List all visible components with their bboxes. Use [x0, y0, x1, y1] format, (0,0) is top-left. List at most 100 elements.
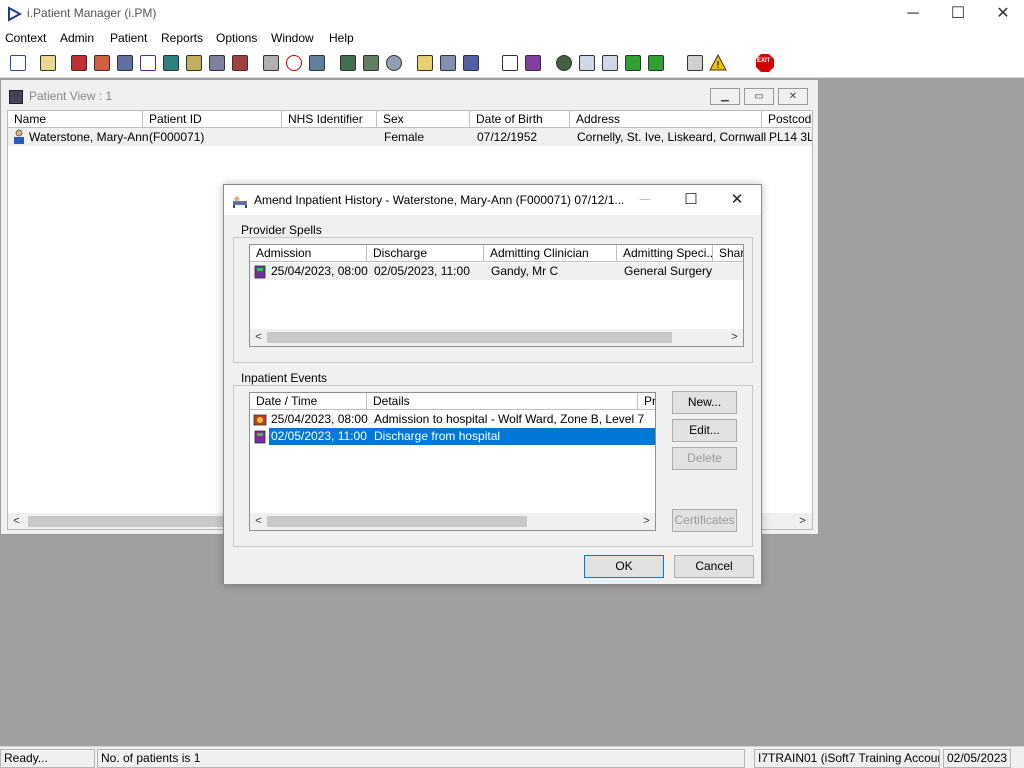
col-share[interactable]: Shar [713, 245, 743, 262]
document-icon[interactable] [500, 52, 520, 74]
dialog-title: Amend Inpatient History - Waterstone, Ma… [254, 193, 625, 207]
close-button[interactable]: ✕ [980, 0, 1024, 28]
inpatient-events-list[interactable]: Date / Time Details Pr 25/04/2023, 08:00… [249, 392, 656, 531]
col-name[interactable]: Name [8, 111, 143, 128]
pv-minimize-button[interactable]: ▁ [710, 88, 740, 105]
chart-icon[interactable] [523, 52, 543, 74]
table-row[interactable]: 25/04/2023, 08:00 Admission to hospital … [250, 411, 655, 428]
scroll-thumb[interactable] [28, 516, 228, 527]
patient-view-title: Patient View : 1 [29, 89, 113, 103]
col-dob[interactable]: Date of Birth [470, 111, 570, 128]
list-icon[interactable] [415, 52, 435, 74]
swap-icon[interactable] [685, 52, 705, 74]
scroll-right-icon[interactable]: > [794, 513, 811, 529]
cell-clinician: Gandy, Mr C [491, 264, 559, 278]
svg-text:!: ! [716, 60, 720, 71]
menu-admin[interactable]: Admin [60, 31, 94, 45]
provider-spells-hscroll[interactable]: < > [250, 329, 743, 346]
col-admission[interactable]: Admission [250, 245, 367, 262]
edit-record-icon[interactable] [92, 52, 112, 74]
dialog-close-button[interactable]: ✕ [714, 185, 760, 215]
col-sex[interactable]: Sex [377, 111, 470, 128]
certificates-button: Certificates [672, 509, 737, 532]
printer-icon[interactable] [438, 52, 458, 74]
cell-event-datetime: 25/04/2023, 08:00 [271, 412, 368, 426]
status-patient-count: No. of patients is 1 [97, 749, 745, 768]
scanner-icon[interactable] [115, 52, 135, 74]
scroll-thumb[interactable] [267, 332, 672, 343]
car-icon[interactable] [207, 52, 227, 74]
maximize-button[interactable]: ☐ [935, 0, 981, 28]
col-details[interactable]: Details [367, 393, 638, 410]
col-nhs-identifier[interactable]: NHS Identifier [282, 111, 377, 128]
patient-view-icon [9, 90, 23, 104]
chat-icon[interactable] [361, 52, 381, 74]
patient-icon [14, 129, 24, 144]
pv-restore-button[interactable]: ▭ [744, 88, 774, 105]
col-date-time[interactable]: Date / Time [250, 393, 367, 410]
person-icon[interactable] [161, 52, 181, 74]
menu-help[interactable]: Help [329, 31, 354, 45]
network-icon[interactable] [461, 52, 481, 74]
scroll-left-icon[interactable]: < [8, 513, 25, 529]
menu-patient[interactable]: Patient [110, 31, 147, 45]
print-icon[interactable] [38, 52, 58, 74]
scroll-thumb[interactable] [267, 516, 527, 527]
patient-search-icon[interactable] [8, 52, 28, 74]
col-address[interactable]: Address [570, 111, 762, 128]
tools-icon[interactable] [261, 52, 281, 74]
m-icon[interactable] [138, 52, 158, 74]
cell-postcode: PL14 3L [769, 130, 813, 144]
green-arrow2-icon[interactable] [646, 52, 666, 74]
app-title-bar: i.Patient Manager (i.PM) ─ ☐ ✕ [0, 0, 1024, 28]
minimize-button[interactable]: ─ [890, 0, 936, 28]
app-logo-icon [8, 6, 22, 22]
check-doc-icon[interactable] [577, 52, 597, 74]
table-row[interactable]: 25/04/2023, 08:00 02/05/2023, 11:00 Gand… [250, 263, 743, 280]
notes-icon[interactable] [184, 52, 204, 74]
col-discharge[interactable]: Discharge [367, 245, 484, 262]
col-pr[interactable]: Pr [638, 393, 655, 410]
spell-icon [254, 265, 266, 279]
monitor-icon[interactable] [338, 52, 358, 74]
cell-admission: 25/04/2023, 08:00 [271, 264, 368, 278]
cell-patient-id: (F000071) [149, 130, 205, 144]
check-doc2-icon[interactable] [600, 52, 620, 74]
dialog-maximize-button[interactable]: ☐ [668, 185, 714, 215]
flag-icon[interactable] [230, 52, 250, 74]
menu-window[interactable]: Window [271, 31, 314, 45]
cell-specialty: General Surgery [624, 264, 713, 278]
new-button[interactable]: New... [672, 391, 737, 414]
green-arrow-icon[interactable] [623, 52, 643, 74]
provider-spells-list[interactable]: Admission Discharge Admitting Clinician … [249, 244, 744, 347]
scroll-left-icon[interactable]: < [250, 513, 267, 530]
screen-icon[interactable] [307, 52, 327, 74]
clock-icon[interactable] [284, 52, 304, 74]
edit-button[interactable]: Edit... [672, 419, 737, 442]
scroll-right-icon[interactable]: > [638, 513, 655, 530]
disc-icon[interactable] [384, 52, 404, 74]
col-patient-id[interactable]: Patient ID [143, 111, 282, 128]
dialog-minimize-button: ─ [639, 191, 651, 208]
globe-icon[interactable] [554, 52, 574, 74]
cancel-button[interactable]: Cancel [674, 555, 754, 578]
col-postcode[interactable]: Postcode [762, 111, 812, 128]
ok-button[interactable]: OK [584, 555, 664, 578]
scroll-right-icon[interactable]: > [726, 329, 743, 346]
book-icon[interactable] [69, 52, 89, 74]
menu-options[interactable]: Options [216, 31, 257, 45]
scroll-left-icon[interactable]: < [250, 329, 267, 346]
col-admitting-clinician[interactable]: Admitting Clinician [484, 245, 617, 262]
menu-reports[interactable]: Reports [161, 31, 203, 45]
exit-icon[interactable]: EXIT [755, 52, 775, 74]
amend-inpatient-history-dialog: Amend Inpatient History - Waterstone, Ma… [223, 184, 762, 585]
menu-context[interactable]: Context [5, 31, 46, 45]
col-admitting-specialty[interactable]: Admitting Speci... [617, 245, 713, 262]
pv-close-button[interactable]: ✕ [778, 88, 808, 105]
table-row[interactable]: Waterstone, Mary-Ann (F000071) Female 07… [8, 128, 813, 146]
inpatient-events-hscroll[interactable]: < > [250, 513, 655, 530]
warning-icon[interactable]: ! [708, 52, 728, 74]
table-row-selected[interactable]: 02/05/2023, 11:00 Discharge from hospita… [250, 428, 655, 445]
admission-event-icon [253, 414, 267, 426]
cell-discharge: 02/05/2023, 11:00 [374, 264, 470, 278]
